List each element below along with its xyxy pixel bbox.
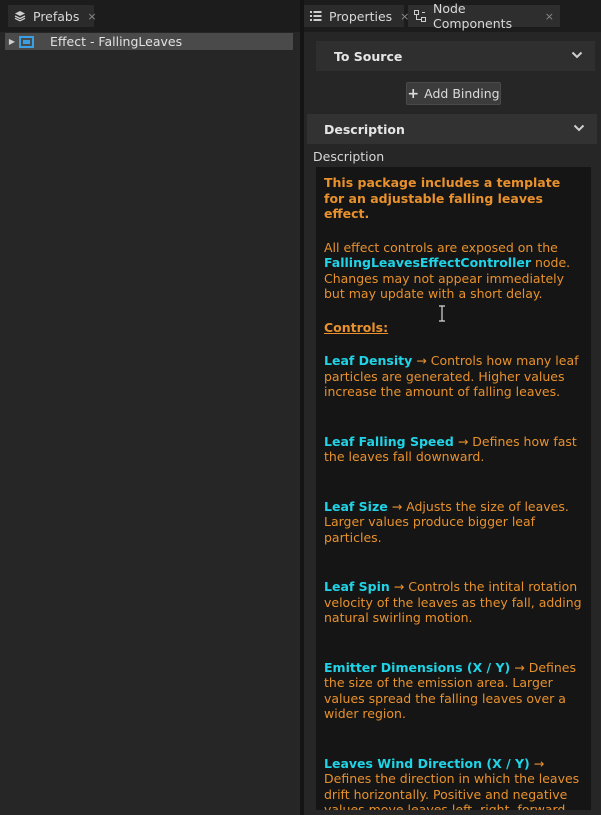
tab-properties-label: Properties — [329, 8, 393, 24]
plus-icon: + — [407, 85, 420, 102]
tree-item-label: Effect - FallingLeaves — [50, 34, 183, 49]
list-icon — [310, 10, 322, 22]
tab-node-components-label: Node Components — [433, 1, 513, 31]
description-paragraph: All effect controls are exposed on the F… — [324, 240, 583, 302]
tab-prefabs-label: Prefabs — [33, 8, 80, 24]
arrow-glyph: → — [393, 579, 405, 594]
add-binding-label: Add Binding — [424, 86, 500, 101]
control-item: Leaf Falling Speed → Defines how fast th… — [324, 434, 583, 465]
arrow-glyph: → — [514, 659, 525, 675]
control-text: Defines the direction in which the leave… — [324, 771, 580, 810]
controls-heading: Controls: — [324, 319, 389, 335]
prefab-tree: ▶ Effect - FallingLeaves — [5, 33, 293, 50]
arrow-glyph: → — [457, 433, 469, 449]
to-source-header[interactable]: To Source — [316, 41, 595, 71]
control-name: Leaf Size — [324, 498, 388, 514]
expand-arrow-icon[interactable]: ▶ — [5, 37, 19, 46]
add-binding-button[interactable]: + Add Binding — [406, 82, 501, 105]
text-cursor-icon — [438, 305, 446, 322]
to-source-label: To Source — [334, 48, 403, 64]
arrow-glyph: → — [391, 498, 403, 514]
control-name: Leaf Density — [324, 353, 413, 368]
inspector-tabbar: Properties × Node Components × — [304, 0, 601, 32]
prefabs-tabbar: Prefabs × — [0, 0, 300, 32]
chevron-down-icon[interactable] — [573, 122, 585, 134]
control-name: Emitter Dimensions (X / Y) — [324, 659, 511, 675]
tab-properties[interactable]: Properties × — [304, 5, 409, 27]
effect-icon — [19, 35, 34, 48]
control-item: Leaves Wind Direction (X / Y) → Defines … — [324, 756, 583, 811]
description-header-label: Description — [324, 121, 405, 137]
control-name: Leaves Wind Direction (X / Y) — [324, 755, 530, 771]
description-textarea[interactable]: This package includes a template for an … — [316, 167, 591, 810]
control-item: Leaf Size → Adjusts the size of leaves. … — [324, 499, 583, 546]
tab-node-components[interactable]: Node Components × — [408, 1, 560, 31]
description-field-label: Description — [313, 149, 385, 164]
close-icon[interactable]: × — [545, 10, 554, 23]
control-item: Leaf Spin → Controls the intital rotatio… — [324, 579, 583, 626]
description-text: All effect controls are exposed on the — [324, 239, 558, 255]
control-name: Leaf Spin — [324, 579, 390, 594]
layers-icon — [14, 10, 26, 22]
arrow-glyph: → — [533, 755, 545, 771]
components-icon — [414, 10, 426, 22]
inspector-panel: Properties × Node Components × To Source… — [304, 0, 601, 815]
tree-item-effect-fallingleaves[interactable]: ▶ Effect - FallingLeaves — [5, 33, 293, 50]
controller-node-name: FallingLeavesEffectController — [324, 255, 532, 270]
control-name: Leaf Falling Speed — [324, 433, 454, 449]
control-item: Emitter Dimensions (X / Y) → Defines the… — [324, 660, 583, 722]
chevron-down-icon[interactable] — [571, 49, 583, 61]
close-icon[interactable]: × — [87, 10, 96, 23]
description-header[interactable]: Description — [307, 114, 597, 144]
tab-prefabs[interactable]: Prefabs × — [8, 5, 97, 27]
prefabs-panel: Prefabs × ▶ Effect - FallingLeaves — [0, 0, 300, 815]
control-item: Leaf Density → Controls how many leaf pa… — [324, 353, 583, 400]
description-intro: This package includes a template for an … — [324, 175, 561, 221]
arrow-glyph: → — [416, 353, 427, 368]
